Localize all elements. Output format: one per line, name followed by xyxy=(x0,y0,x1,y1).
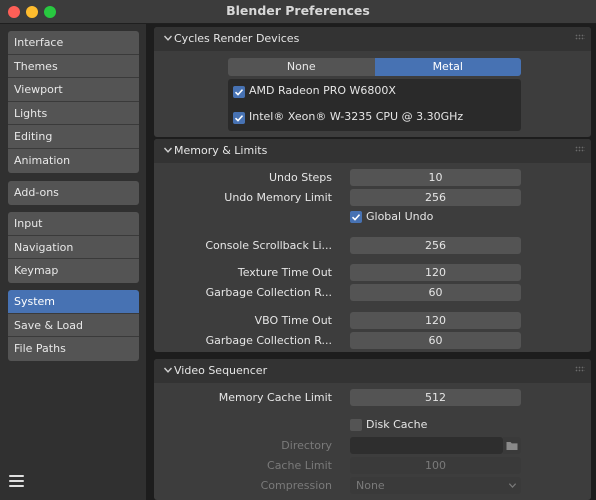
nav-item-system[interactable]: System xyxy=(8,290,139,314)
window-title: Blender Preferences xyxy=(226,3,370,18)
device-option-none[interactable]: None xyxy=(228,58,375,76)
undo-steps-field[interactable]: 10 xyxy=(350,169,521,186)
console-scrollback-field[interactable]: 256 xyxy=(350,237,521,254)
preferences-window: Blender Preferences Interface Themes Vie… xyxy=(0,0,596,500)
undo-steps-label: Undo Steps xyxy=(268,171,332,184)
disk-cache-limit-label: Cache Limit xyxy=(267,459,332,472)
checkmark-icon xyxy=(234,115,244,122)
gc-rate-label: Garbage Collection R... xyxy=(205,286,332,299)
compression-dropdown[interactable]: None xyxy=(350,477,521,494)
drag-grip-icon[interactable] xyxy=(575,34,585,40)
console-scrollback-label: Console Scrollback Li... xyxy=(205,239,332,252)
nav-item-editing[interactable]: Editing xyxy=(8,125,139,149)
chevron-down-icon xyxy=(163,367,173,373)
title-bar: Blender Preferences xyxy=(0,0,596,24)
drag-grip-icon[interactable] xyxy=(575,366,585,372)
checkmark-icon xyxy=(234,89,244,96)
nav-group-addons: Add-ons xyxy=(8,181,139,205)
undo-memory-label: Undo Memory Limit xyxy=(224,191,332,204)
global-undo-checkbox[interactable] xyxy=(350,211,362,223)
device-list: AMD Radeon PRO W6800X Intel® Xeon® W-323… xyxy=(228,79,521,131)
nav-item-interface[interactable]: Interface xyxy=(8,31,139,55)
vbo-timeout-label: VBO Time Out xyxy=(254,314,332,327)
undo-memory-field[interactable]: 256 xyxy=(350,189,521,206)
chevron-down-icon xyxy=(163,35,173,41)
nav-item-navigation[interactable]: Navigation xyxy=(8,235,139,260)
device-option-metal[interactable]: Metal xyxy=(374,58,521,76)
nav-group-input: Input Navigation Keymap xyxy=(8,212,139,283)
global-undo-label: Global Undo xyxy=(366,210,434,223)
nav-item-viewport[interactable]: Viewport xyxy=(8,78,139,102)
nav-item-input[interactable]: Input xyxy=(8,212,139,236)
memory-cache-limit-field[interactable]: 512 xyxy=(350,389,521,406)
device-checkbox-amd[interactable] xyxy=(233,86,245,98)
gc-rate-field[interactable]: 60 xyxy=(350,284,521,301)
nav-item-save-load[interactable]: Save & Load xyxy=(8,313,139,338)
panel-title: Cycles Render Devices xyxy=(174,32,300,45)
device-type-selector: None Metal xyxy=(228,58,521,76)
checkmark-icon xyxy=(351,214,361,221)
device-label-amd: AMD Radeon PRO W6800X xyxy=(249,84,396,97)
nav-item-themes[interactable]: Themes xyxy=(8,54,139,79)
memory-panel: Memory & Limits Undo Steps 10 Undo Memor… xyxy=(154,139,591,352)
chevron-down-icon xyxy=(508,483,517,489)
texture-timeout-field[interactable]: 120 xyxy=(350,264,521,281)
memory-cache-limit-label: Memory Cache Limit xyxy=(218,391,332,404)
panel-title: Video Sequencer xyxy=(174,364,268,377)
hamburger-menu-icon[interactable] xyxy=(9,475,24,489)
memory-panel-header[interactable]: Memory & Limits xyxy=(154,139,591,163)
folder-browse-button[interactable] xyxy=(503,437,521,454)
device-label-intel: Intel® Xeon® W-3235 CPU @ 3.30GHz xyxy=(249,110,464,123)
compression-value: None xyxy=(356,479,385,492)
vbo-gc-rate-field[interactable]: 60 xyxy=(350,332,521,349)
directory-field[interactable] xyxy=(350,437,503,454)
cycles-panel-header[interactable]: Cycles Render Devices xyxy=(154,27,591,51)
cycles-panel: Cycles Render Devices None Metal AMD Rad… xyxy=(154,27,591,137)
vbo-gc-rate-label: Garbage Collection R... xyxy=(205,334,332,347)
chevron-down-icon xyxy=(163,147,173,153)
nav-item-keymap[interactable]: Keymap xyxy=(8,259,139,283)
sidebar: Interface Themes Viewport Lights Editing… xyxy=(0,24,146,500)
folder-icon xyxy=(506,442,518,450)
disk-cache-limit-field[interactable]: 100 xyxy=(350,457,521,474)
directory-label: Directory xyxy=(281,439,332,452)
texture-timeout-label: Texture Time Out xyxy=(237,266,332,279)
nav-item-lights[interactable]: Lights xyxy=(8,101,139,126)
nav-item-addons[interactable]: Add-ons xyxy=(8,181,139,205)
panel-title: Memory & Limits xyxy=(174,144,268,157)
device-checkbox-intel[interactable] xyxy=(233,112,245,124)
nav-group-system: System Save & Load File Paths xyxy=(8,290,139,361)
nav-item-file-paths[interactable]: File Paths xyxy=(8,337,139,361)
disk-cache-label: Disk Cache xyxy=(366,418,428,431)
video-panel-header[interactable]: Video Sequencer xyxy=(154,359,591,383)
disk-cache-checkbox[interactable] xyxy=(350,419,362,431)
nav-item-animation[interactable]: Animation xyxy=(8,148,139,173)
drag-grip-icon[interactable] xyxy=(575,146,585,152)
compression-label: Compression xyxy=(260,479,332,492)
vbo-timeout-field[interactable]: 120 xyxy=(350,312,521,329)
preferences-content: Cycles Render Devices None Metal AMD Rad… xyxy=(146,24,596,500)
nav-group-general: Interface Themes Viewport Lights Editing… xyxy=(8,31,139,173)
video-panel: Video Sequencer Memory Cache Limit 512 D… xyxy=(154,359,591,500)
